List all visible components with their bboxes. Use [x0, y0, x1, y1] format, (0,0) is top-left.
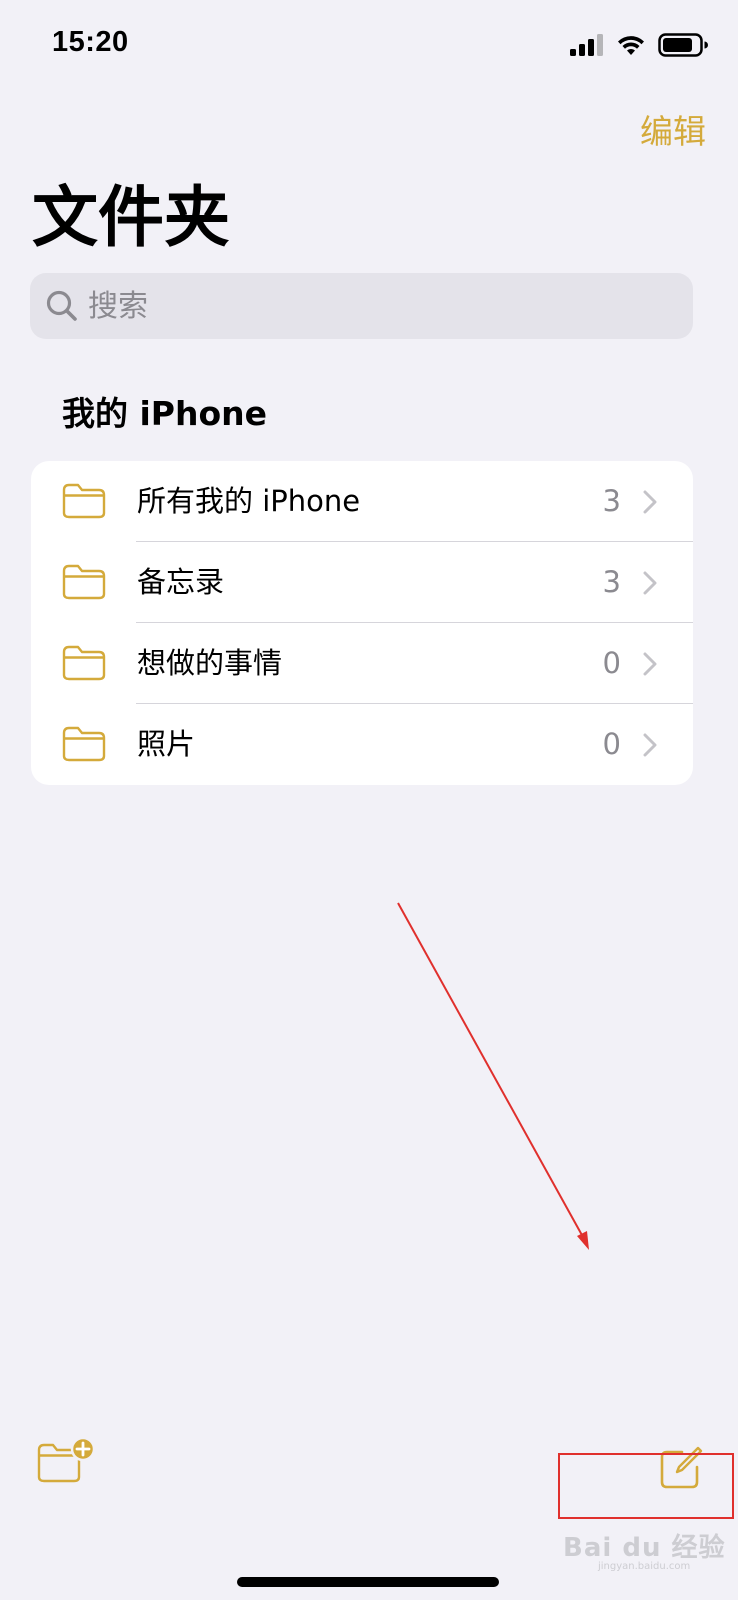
search-input[interactable]	[88, 276, 693, 336]
status-icons	[570, 30, 708, 60]
cellular-signal-icon	[570, 34, 603, 56]
new-folder-button[interactable]	[36, 1436, 96, 1485]
chevron-right-icon	[643, 490, 657, 514]
folder-row-all-iphone[interactable]: 所有我的 iPhone 3	[31, 461, 693, 542]
folder-count: 0	[602, 646, 621, 680]
folder-row-photos[interactable]: 照片 0	[31, 704, 693, 785]
folder-name: 所有我的 iPhone	[137, 484, 361, 518]
folder-row-todo[interactable]: 想做的事情 0	[31, 623, 693, 704]
home-indicator[interactable]	[237, 1577, 499, 1587]
status-time: 15:20	[52, 26, 129, 58]
compose-icon	[660, 1446, 703, 1489]
chevron-right-icon	[643, 571, 657, 595]
folder-count: 3	[602, 565, 621, 599]
notes-folders-screen: 15:20 编辑 文件夹 搜索 我的 iPhone 所有我的 iPhone 3 …	[0, 0, 738, 1600]
annotation-highlight-box	[558, 1453, 734, 1519]
compose-button[interactable]	[658, 1445, 704, 1491]
folder-row-notes[interactable]: 备忘录 3	[31, 542, 693, 623]
folder-icon	[62, 564, 106, 600]
folder-plus-icon	[37, 1436, 96, 1483]
folder-count: 3	[602, 484, 621, 518]
folder-icon	[62, 645, 106, 681]
watermark-logo: Bai du 经验	[563, 1533, 726, 1563]
chevron-right-icon	[643, 652, 657, 676]
battery-icon	[658, 33, 708, 57]
folder-list: 所有我的 iPhone 3 备忘录 3 想做的事情 0 照片 0	[31, 461, 693, 785]
folder-icon	[62, 483, 106, 519]
chevron-right-icon	[643, 733, 657, 757]
edit-button[interactable]: 编辑	[640, 105, 706, 153]
section-header-my-iphone[interactable]: 我的 iPhone	[62, 392, 267, 436]
folder-count: 0	[602, 727, 621, 761]
search-icon	[46, 290, 77, 321]
page-title: 文件夹	[32, 179, 230, 256]
search-bar[interactable]	[30, 273, 693, 339]
folder-icon	[62, 726, 106, 762]
folder-name: 备忘录	[137, 565, 225, 599]
watermark-url: jingyan.baidu.com	[598, 1561, 691, 1572]
folder-name: 照片	[137, 727, 196, 761]
wifi-icon	[618, 36, 644, 55]
status-bar: 15:20	[0, 0, 738, 95]
folder-name: 想做的事情	[137, 646, 283, 680]
